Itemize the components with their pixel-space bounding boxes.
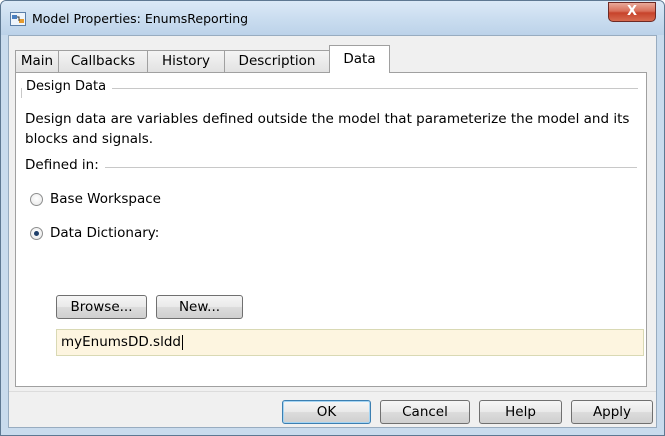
data-dictionary-radio[interactable]	[30, 227, 43, 240]
dialog-window: Model Properties: EnumsReporting X Main …	[0, 0, 665, 436]
title-bar[interactable]: Model Properties: EnumsReporting X	[1, 1, 664, 35]
cancel-button[interactable]: Cancel	[380, 400, 470, 424]
footer-divider	[9, 391, 656, 392]
defined-in-label: Defined in:	[25, 157, 105, 173]
browse-button[interactable]: Browse...	[56, 295, 147, 319]
design-data-group-label: Design Data	[24, 79, 109, 94]
text-caret	[181, 334, 183, 350]
close-button[interactable]: X	[608, 2, 656, 22]
tab-main[interactable]: Main	[15, 50, 59, 72]
close-icon: X	[626, 4, 638, 19]
dictionary-file-value: myEnumsDD.sldd	[61, 334, 181, 350]
data-dictionary-label[interactable]: Data Dictionary:	[50, 225, 159, 241]
tab-callbacks[interactable]: Callbacks	[58, 50, 148, 72]
group-border-top	[112, 88, 638, 89]
design-data-description: Design data are variables defined outsid…	[25, 111, 630, 147]
ok-button[interactable]: OK	[282, 400, 371, 424]
defined-in-divider	[104, 167, 637, 168]
base-workspace-radio[interactable]	[30, 193, 43, 206]
help-button[interactable]: Help	[479, 400, 562, 424]
tab-description[interactable]: Description	[224, 50, 330, 72]
base-workspace-label[interactable]: Base Workspace	[50, 191, 161, 207]
group-border	[21, 88, 22, 98]
window-title: Model Properties: EnumsReporting	[32, 11, 249, 26]
apply-button[interactable]: Apply	[571, 400, 653, 424]
tab-history[interactable]: History	[147, 50, 225, 72]
new-button[interactable]: New...	[156, 295, 243, 319]
data-tab-panel: Design Data Design data are variables de…	[15, 72, 647, 387]
tab-data[interactable]: Data	[329, 45, 390, 73]
dialog-client-area: Main Callbacks History Description Data …	[8, 35, 657, 428]
dictionary-file-input[interactable]: myEnumsDD.sldd	[56, 329, 644, 356]
model-app-icon	[10, 12, 26, 26]
